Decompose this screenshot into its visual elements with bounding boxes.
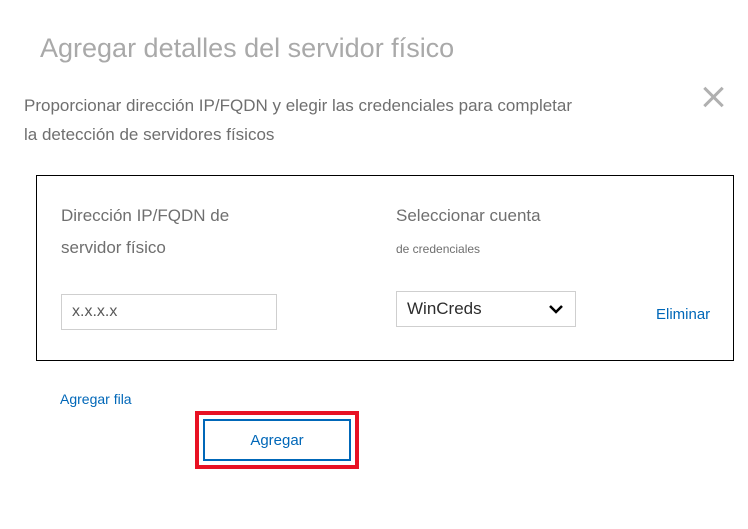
- add-row-link[interactable]: Agregar fila: [60, 391, 132, 407]
- dialog-description: Proporcionar dirección IP/FQDN y elegir …: [0, 64, 748, 150]
- add-button[interactable]: Agregar: [203, 419, 351, 461]
- ip-fqdn-label: Dirección IP/FQDN de servidor físico: [61, 200, 346, 265]
- credentials-label: Seleccionar cuenta de credenciales: [396, 200, 606, 261]
- add-button-highlight: Agregar: [195, 411, 359, 469]
- eliminate-link[interactable]: Eliminar: [656, 306, 710, 323]
- form-panel: Dirección IP/FQDN de servidor físico Sel…: [36, 175, 734, 361]
- close-icon[interactable]: [698, 82, 728, 112]
- ip-fqdn-input[interactable]: [61, 294, 277, 330]
- dialog-title: Agregar detalles del servidor físico: [0, 0, 748, 64]
- description-line1: Proporcionar dirección IP/FQDN y elegir …: [24, 96, 572, 115]
- description-line2: la detección de servidores físicos: [24, 125, 274, 144]
- credentials-select[interactable]: WinCreds: [396, 291, 576, 327]
